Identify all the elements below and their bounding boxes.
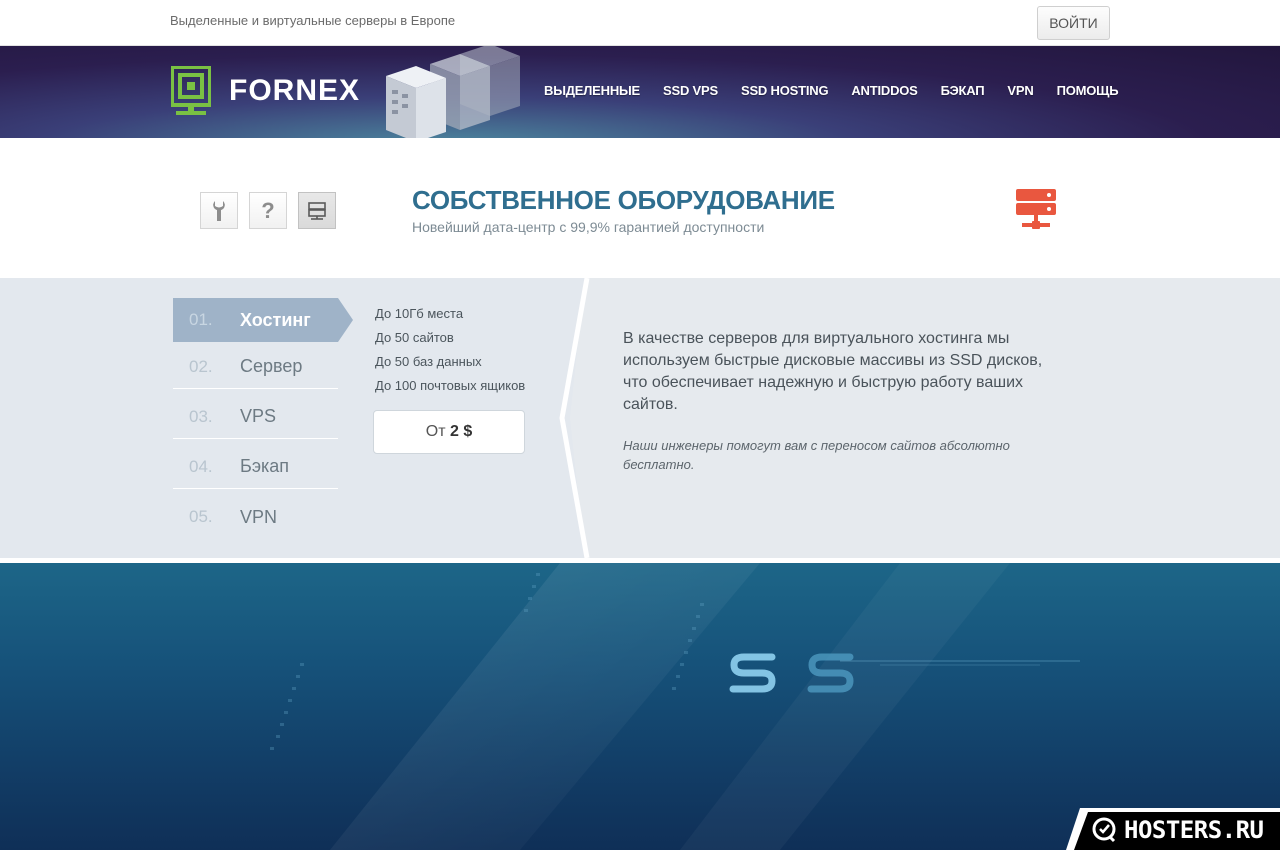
price-prefix: От [425,423,446,440]
logo-mark-icon [170,65,212,116]
nav-ssd-vps[interactable]: SSD VPS [663,83,718,98]
server-button[interactable] [298,192,336,229]
nav-help[interactable]: ПОМОЩЬ [1057,83,1119,98]
nav-antiddos[interactable]: ANTIDDOS [851,83,917,98]
plan-description: В качестве серверов для виртуального хос… [623,330,1043,413]
price-button[interactable]: От 2 $ [373,410,525,454]
question-button[interactable]: ? [249,192,287,229]
tab-label: Бэкап [240,456,290,476]
nav-backup[interactable]: БЭКАП [941,83,985,98]
promo-banner [0,563,1280,850]
plan-note: Наши инженеры помогут вам с переносом са… [623,438,1010,472]
logo-text: FORNEX [229,74,361,107]
hosters-text: HOSTERS.RU [1124,816,1264,844]
spec-databases: До 50 баз данных [375,354,482,369]
tab-number: 03. [189,406,213,426]
wrench-button[interactable] [200,192,238,229]
fornex-logo[interactable]: FORNEX [170,65,361,116]
server-racks-illustration [380,46,530,138]
spec-sites: До 50 сайтов [375,330,454,345]
tab-number: 01. [189,310,213,329]
tab-server[interactable]: 02. Сервер [173,345,338,389]
feature-subtitle: Новейший дата-центр с 99,9% гарантией до… [412,219,765,235]
spec-storage: До 10Гб места [375,306,464,321]
price-value: 2 $ [449,423,473,440]
tab-backup[interactable]: 04. Бэкап [173,445,338,489]
login-button[interactable]: ВОЙТИ [1037,6,1110,40]
nav-ssd-hosting[interactable]: SSD HOSTING [741,83,829,98]
plans-section: 01. Хостинг 02. Сервер 03. VPS 04. Бэкап… [0,278,1280,558]
tab-label: VPN [240,506,278,527]
hosters-watermark: HOSTERS.RU [1066,808,1280,850]
tab-label: Хостинг [240,309,311,330]
server-large-icon [1014,187,1058,236]
wrench-icon [213,200,225,221]
active-tab-arrow [338,298,353,342]
tab-vps[interactable]: 03. VPS [173,395,338,439]
nav-vpn[interactable]: VPN [1007,83,1033,98]
tab-label: Сервер [240,356,303,376]
tab-number: 04. [189,456,213,476]
tab-vpn[interactable]: 05. VPN [173,495,338,539]
banner-graphic [270,563,1080,850]
question-icon: ? [261,197,275,223]
tab-number: 02. [189,356,213,376]
tab-label: VPS [240,406,277,426]
spec-mailboxes: До 100 почтовых ящиков [375,378,526,393]
server-icon [308,201,326,220]
nav-dedicated[interactable]: ВЫДЕЛЕННЫЕ [544,83,640,98]
tab-hosting[interactable]: 01. Хостинг [173,298,338,342]
main-nav: ВЫДЕЛЕННЫЕ SSD VPS SSD HOSTING ANTIDDOS … [544,83,1119,98]
top-bar: Выделенные и виртуальные серверы в Европ… [0,0,1280,46]
feature-title: СОБСТВЕННОЕ ОБОРУДОВАНИЕ [412,185,835,215]
site-header: FORNEX ВЫДЕЛЕННЫЕ SSD VPS SSD HOSTING AN… [0,46,1280,138]
feature-band: ? СОБСТВЕННОЕ ОБОРУДОВАНИЕ Новейший дата… [0,138,1280,278]
site-tagline: Выделенные и виртуальные серверы в Европ… [170,13,456,28]
tab-number: 05. [189,507,213,526]
